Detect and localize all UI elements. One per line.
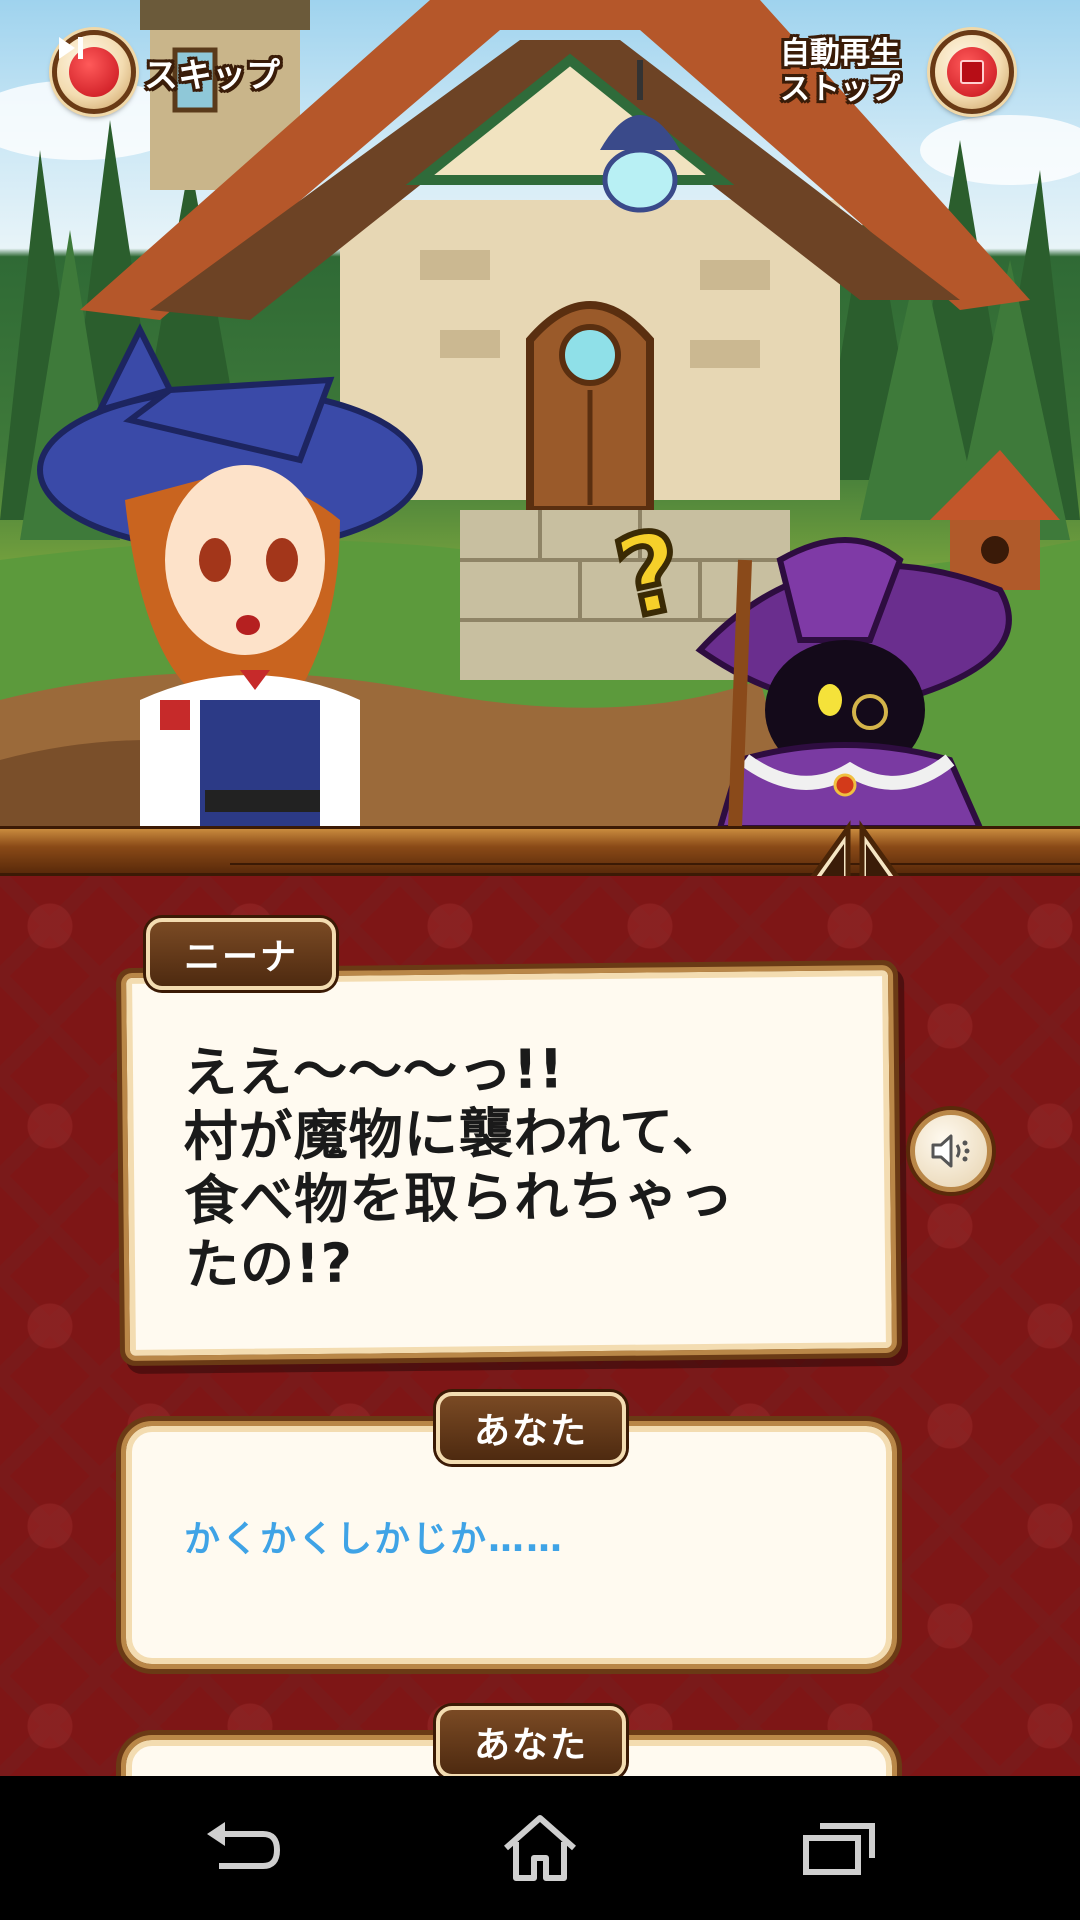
system-nav-bar [0, 1776, 1080, 1920]
home-icon [504, 1815, 576, 1881]
panel-divider [0, 826, 1080, 876]
choice-speaker-tab-2: あなた [436, 1706, 627, 1778]
choice-speaker: あなた [474, 1411, 589, 1452]
home-button[interactable] [495, 1812, 585, 1884]
choice-speaker: あなた [474, 1725, 589, 1766]
auto-play-stop-button[interactable] [930, 30, 1014, 114]
recents-icon [803, 1823, 875, 1875]
speaker-name-tab: ニーナ [146, 918, 337, 990]
stop-icon [947, 47, 997, 97]
skip-button[interactable] [52, 30, 136, 114]
skip-label[interactable]: スキップ [144, 48, 280, 97]
voice-button[interactable] [910, 1110, 992, 1192]
scene-background: ? [0, 0, 1080, 828]
speaker-name: ニーナ [184, 937, 299, 978]
choice-text: かくかくしかじか…… [184, 1519, 565, 1560]
skip-forward-icon [59, 37, 119, 97]
auto-play-stop-label[interactable]: 自動再生 ストップ [780, 36, 930, 108]
recents-button[interactable] [795, 1812, 885, 1884]
speaker-icon [931, 1134, 970, 1168]
back-button[interactable] [198, 1812, 288, 1884]
speech-text: ええ〜〜〜っ!! 村が魔物に襲われて、 食べ物を取られちゃっ たの!? [182, 1037, 735, 1297]
back-icon [207, 1822, 281, 1869]
scene-illustration: ? スキップ 自動再生 ストップ [0, 0, 1080, 828]
choice-speaker-tab-1: あなた [436, 1392, 627, 1464]
speech-box[interactable]: ええ〜〜〜っ!! 村が魔物に襲われて、 食べ物を取られちゃっ たの!? [121, 964, 897, 1362]
